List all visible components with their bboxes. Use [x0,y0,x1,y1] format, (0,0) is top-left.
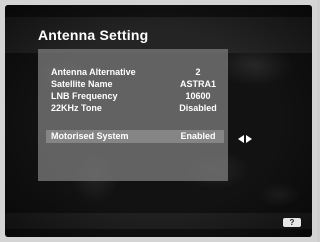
left-right-arrows-icon[interactable] [237,131,253,143]
setting-value: 2 [195,67,201,77]
setting-value: 10600 [185,91,211,101]
setting-label: Antenna Alternative [51,67,136,77]
footer-band [5,213,312,229]
setting-row-satellite-name[interactable]: Satellite Name ASTRA1 [51,78,223,90]
setting-label: LNB Frequency [51,91,118,101]
help-button[interactable]: ? [283,218,301,227]
setting-label: Satellite Name [51,79,113,89]
setting-label: 22KHz Tone [51,103,102,113]
setting-row-22khz-tone[interactable]: 22KHz Tone Disabled [51,102,223,114]
menu-title: Antenna Setting [38,27,149,43]
setting-row-antenna-alternative[interactable]: Antenna Alternative 2 [51,66,223,78]
setting-value: Disabled [179,103,217,113]
setting-value: ASTRA1 [179,79,216,89]
setting-label: Motorised System [51,131,129,141]
setting-row-motorised-system[interactable]: Motorised System Enabled [46,130,224,143]
setting-row-lnb-frequency[interactable]: LNB Frequency 10600 [51,90,223,102]
setting-value: Enabled [180,131,216,141]
tv-frame: Antenna Setting Antenna Alternative 2 Sa… [0,0,317,242]
